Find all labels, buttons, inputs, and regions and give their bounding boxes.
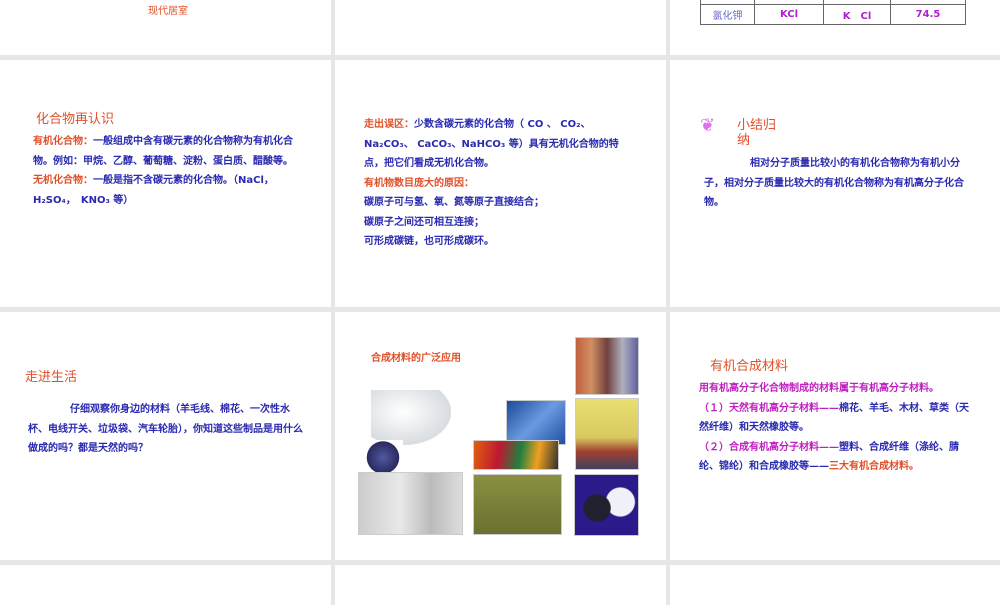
table-row: 氯化钾 KCl K Cl 74.5 xyxy=(700,4,966,25)
organic-label: 有机化合物： xyxy=(33,136,93,147)
item2-label: （２）合成有机高分子材料—— xyxy=(699,441,839,453)
reason-item: 碳原子可与氢、氧、氮等原子直接结合； xyxy=(364,197,544,208)
slide-thumbnail-compounds[interactable]: 化合物再认识 有机化合物：一般组成中含有碳元素的化合物称为有机化合物。例如：甲烷… xyxy=(0,60,331,307)
misconception-label: 走出误区： xyxy=(364,119,414,130)
pipe-elbow-image xyxy=(371,390,451,445)
slide-title: 走进生活 xyxy=(25,370,78,385)
slide-title: 化合物再认识 xyxy=(36,112,115,127)
slide-thumbnail-table[interactable]: 氯化钾 KCl K Cl 74.5 xyxy=(670,0,1000,55)
table-cell: 氯化钾 xyxy=(700,4,755,25)
clothing-image xyxy=(575,398,639,470)
synthetic-intro: 用有机高分子化合物制成的材料属于有机高分子材料。 xyxy=(699,383,939,394)
slide-thumbnail-summary[interactable]: ❦ 小结归纳 相对分子质量比较小的有机化合物称为有机小分子，相对分子质量比较大的… xyxy=(670,60,1000,307)
molar-mass-table: 氯化钾 KCl K Cl 74.5 xyxy=(700,0,966,25)
reason-title: 有机物数目庞大的原因： xyxy=(364,177,474,189)
slide-title: 小结归纳 xyxy=(737,118,777,148)
colored-film-image xyxy=(473,440,559,470)
butterfly-icon: ❦ xyxy=(700,115,716,136)
slide-title: 合成材料的广泛应用 xyxy=(371,353,461,364)
slide-thumbnail-synthetic[interactable]: 有机合成材料 用有机高分子化合物制成的材料属于有机高分子材料。 （１）天然有机高… xyxy=(670,312,1000,560)
life-text: 仔细观察你身边的材料（羊毛线、棉花、一次性水杯、电线开关、垃圾袋、汽车轮胎），你… xyxy=(28,404,303,454)
slide-thumbnail-applications[interactable]: 合成材料的广泛应用 xyxy=(335,312,666,560)
table-cell: KCl xyxy=(754,4,824,25)
slide-thumbnail-misconception[interactable]: 走出误区：少数含碳元素的化合物（ CO 、 CO₂、Na₂CO₃、 CaCO₃、… xyxy=(335,60,666,307)
slide-title: 有机合成材料 xyxy=(710,359,789,374)
slide-thumbnail-life[interactable]: 走进生活 仔细观察你身边的材料（羊毛线、棉花、一次性水杯、电线开关、垃圾袋、汽车… xyxy=(0,312,331,560)
inorganic-label: 无机化合物： xyxy=(33,175,93,186)
table-cell: 74.5 xyxy=(890,4,966,25)
slide-thumbnail-modern-home[interactable]: 现代居室 xyxy=(0,0,331,55)
film-rolls-image xyxy=(506,400,566,445)
yarn-spools-image xyxy=(575,337,639,395)
summary-text: 相对分子质量比较小的有机化合物称为有机小分子，相对分子质量比较大的有机化合物称为… xyxy=(704,158,964,208)
calculators-image xyxy=(358,472,463,535)
slide-thumbnail-blank[interactable] xyxy=(335,0,666,55)
table-cell: K Cl xyxy=(823,4,891,25)
fishing-line-image xyxy=(574,474,639,536)
item1-label: （１）天然有机高分子材料—— xyxy=(699,402,839,414)
reason-item: 碳原子之间还可相互连接； xyxy=(364,216,484,228)
slide-thumbnail-next-2[interactable] xyxy=(335,565,666,605)
reason-item: 可形成碳链，也可形成碳环。 xyxy=(364,236,494,247)
slide-thumbnail-next-1[interactable] xyxy=(0,565,331,605)
boots-image xyxy=(473,474,562,535)
slide-caption: 现代居室 xyxy=(148,6,188,17)
watch-image xyxy=(363,440,403,475)
slide-thumbnail-next-3[interactable] xyxy=(670,565,1000,605)
item2-highlight: 三大有机合成材料。 xyxy=(829,461,919,472)
